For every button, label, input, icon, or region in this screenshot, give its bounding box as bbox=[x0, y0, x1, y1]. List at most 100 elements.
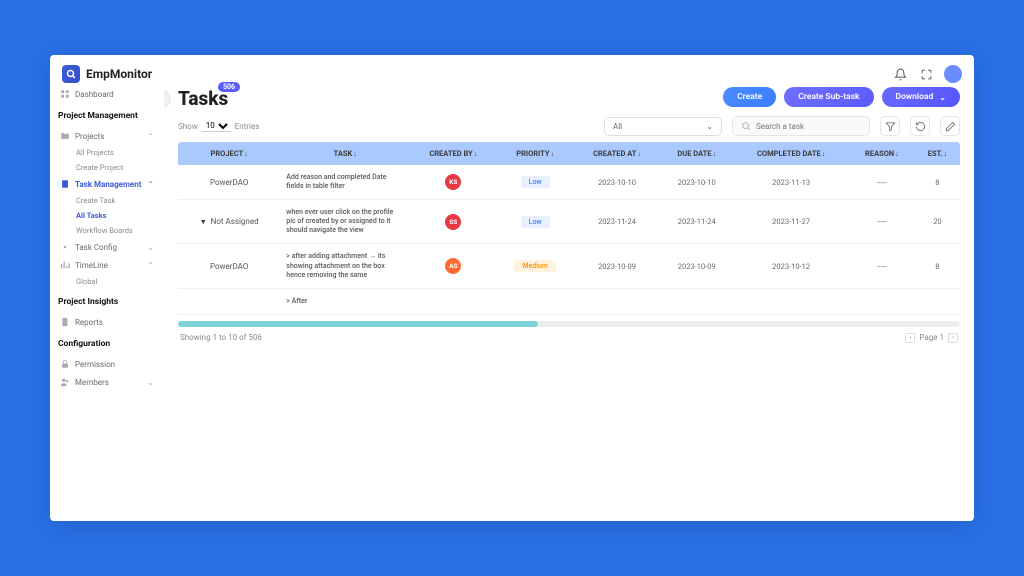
column-header[interactable]: CREATED AT↓ bbox=[574, 142, 660, 165]
project-filter-dropdown[interactable]: All ⌄ bbox=[604, 117, 722, 136]
sidebar-sub-all-tasks[interactable]: All Tasks bbox=[58, 208, 156, 223]
completed-cell: 2023-10-12 bbox=[733, 244, 849, 288]
completed-cell: 2023-11-13 bbox=[733, 165, 849, 200]
chevron-down-icon: ⌄ bbox=[706, 122, 713, 131]
section-configuration: Configuration bbox=[58, 339, 156, 349]
priority-badge: Low bbox=[521, 216, 550, 228]
table-row[interactable]: PowerDAO > after adding attachment → its … bbox=[178, 244, 960, 288]
sort-arrow-icon: ↓ bbox=[637, 150, 641, 158]
dashboard-icon bbox=[60, 89, 70, 99]
created-cell: 2023-11-24 bbox=[574, 200, 660, 244]
column-header[interactable]: REASON↓ bbox=[849, 142, 915, 165]
sidebar-sub-workflow-boards[interactable]: Workflow Boards bbox=[58, 223, 156, 238]
search-box[interactable] bbox=[732, 116, 870, 136]
created-by-avatar[interactable]: KS bbox=[445, 174, 461, 190]
table-row[interactable]: PowerDAOAdd reason and completed Date fi… bbox=[178, 165, 960, 200]
completed-cell bbox=[733, 289, 849, 315]
sidebar-sub-global[interactable]: Global bbox=[58, 274, 156, 289]
created-cell: 2023-10-10 bbox=[574, 165, 660, 200]
table-row[interactable]: > After bbox=[178, 289, 960, 315]
horizontal-scrollbar[interactable] bbox=[178, 321, 960, 327]
task-cell: > after adding attachment → its showing … bbox=[280, 244, 410, 288]
chevron-down-icon: ⌄ bbox=[147, 378, 154, 387]
document-icon bbox=[60, 317, 70, 327]
sidebar-item-permission[interactable]: Permission bbox=[58, 355, 156, 373]
sort-arrow-icon: ↓ bbox=[713, 150, 717, 158]
create-button[interactable]: Create bbox=[723, 87, 776, 107]
sidebar-item-timeline[interactable]: TimeLine ⌃ bbox=[58, 256, 156, 274]
sort-arrow-icon: ↓ bbox=[822, 150, 826, 158]
sidebar-item-label: Permission bbox=[75, 360, 115, 369]
priority-badge: Medium bbox=[514, 260, 556, 272]
task-cell: > After bbox=[280, 289, 410, 315]
sidebar-item-dashboard[interactable]: Dashboard bbox=[58, 85, 156, 103]
brand-text: EmpMonitor bbox=[86, 67, 152, 81]
column-header[interactable]: TASK↓ bbox=[280, 142, 410, 165]
project-cell: PowerDAO bbox=[210, 262, 248, 271]
chevron-down-icon: ⌄ bbox=[939, 93, 946, 102]
chevron-up-icon: ⌃ bbox=[147, 261, 154, 270]
show-label: Show bbox=[178, 122, 198, 131]
reset-button[interactable] bbox=[910, 116, 930, 136]
folder-icon bbox=[60, 131, 70, 141]
column-header[interactable]: PRIORITY↓ bbox=[496, 142, 573, 165]
est-cell: 20 bbox=[915, 200, 960, 244]
sort-arrow-icon: ↓ bbox=[474, 150, 478, 158]
download-button[interactable]: Download ⌄ bbox=[882, 87, 960, 107]
create-subtask-button[interactable]: Create Sub-task bbox=[784, 87, 873, 107]
sort-arrow-icon: ↓ bbox=[244, 150, 248, 158]
sidebar-item-label: Projects bbox=[75, 132, 104, 141]
column-header[interactable]: CREATED BY↓ bbox=[410, 142, 496, 165]
page-prev-button[interactable]: ‹ bbox=[905, 333, 915, 343]
lock-icon bbox=[60, 359, 70, 369]
task-count-badge: 506 bbox=[218, 82, 240, 92]
column-header[interactable]: EST.↓ bbox=[915, 142, 960, 165]
sidebar-item-label: Task Management bbox=[75, 180, 141, 189]
column-header[interactable]: COMPLETED DATE↓ bbox=[733, 142, 849, 165]
sidebar-item-label: Task Config bbox=[75, 243, 117, 252]
task-cell: Add reason and completed Date fields in … bbox=[280, 165, 410, 200]
chevron-up-icon: ⌃ bbox=[147, 132, 154, 141]
sidebar-item-projects[interactable]: Projects ⌃ bbox=[58, 127, 156, 145]
expand-icon[interactable] bbox=[918, 66, 934, 82]
created-cell: 2023-10-09 bbox=[574, 244, 660, 288]
entries-label: Entries bbox=[235, 122, 260, 131]
task-cell: when ever user click on the profile pic … bbox=[280, 200, 410, 244]
column-header[interactable]: DUE DATE↓ bbox=[660, 142, 733, 165]
filter-button[interactable] bbox=[880, 116, 900, 136]
sidebar-sub-create-project[interactable]: Create Project bbox=[58, 160, 156, 175]
completed-cell: 2023-11-27 bbox=[733, 200, 849, 244]
sidebar-item-task-management[interactable]: Task Management ⌃ bbox=[58, 175, 156, 193]
est-cell: 8 bbox=[915, 165, 960, 200]
due-cell: 2023-10-10 bbox=[660, 165, 733, 200]
due-cell: 2023-11-24 bbox=[660, 200, 733, 244]
sidebar-item-label: Members bbox=[75, 378, 109, 387]
chevron-down-icon: ⌄ bbox=[147, 243, 154, 252]
edit-columns-button[interactable] bbox=[940, 116, 960, 136]
scrollbar-thumb[interactable] bbox=[178, 321, 538, 327]
search-input[interactable] bbox=[756, 122, 866, 131]
page-next-button[interactable]: › bbox=[948, 333, 958, 343]
created-cell bbox=[574, 289, 660, 315]
column-header[interactable]: PROJECT↓ bbox=[178, 142, 280, 165]
search-icon bbox=[741, 121, 751, 131]
bell-icon[interactable] bbox=[892, 66, 908, 82]
table-row[interactable]: ▼Not Assignedwhen ever user click on the… bbox=[178, 200, 960, 244]
chevron-up-icon: ⌃ bbox=[147, 180, 154, 189]
created-by-avatar[interactable]: SS bbox=[445, 214, 461, 230]
reason-cell bbox=[849, 289, 915, 315]
sidebar-item-task-config[interactable]: Task Config ⌄ bbox=[58, 238, 156, 256]
sort-arrow-icon: ↓ bbox=[944, 150, 948, 158]
sidebar-sub-all-projects[interactable]: All Projects bbox=[58, 145, 156, 160]
created-by-avatar[interactable]: AS bbox=[445, 258, 461, 274]
sidebar-sub-create-task[interactable]: Create Task bbox=[58, 193, 156, 208]
tasks-table: PROJECT↓TASK↓CREATED BY↓PRIORITY↓CREATED… bbox=[178, 142, 960, 315]
expand-toggle-icon[interactable]: ▼ bbox=[200, 218, 207, 226]
clipboard-icon bbox=[60, 179, 70, 189]
sidebar-item-reports[interactable]: Reports bbox=[58, 313, 156, 331]
sidebar-item-label: TimeLine bbox=[75, 261, 108, 270]
est-cell: 8 bbox=[915, 244, 960, 288]
entries-select[interactable]: 10 bbox=[202, 120, 231, 132]
sort-arrow-icon: ↓ bbox=[551, 150, 555, 158]
sidebar-item-members[interactable]: Members ⌄ bbox=[58, 373, 156, 391]
